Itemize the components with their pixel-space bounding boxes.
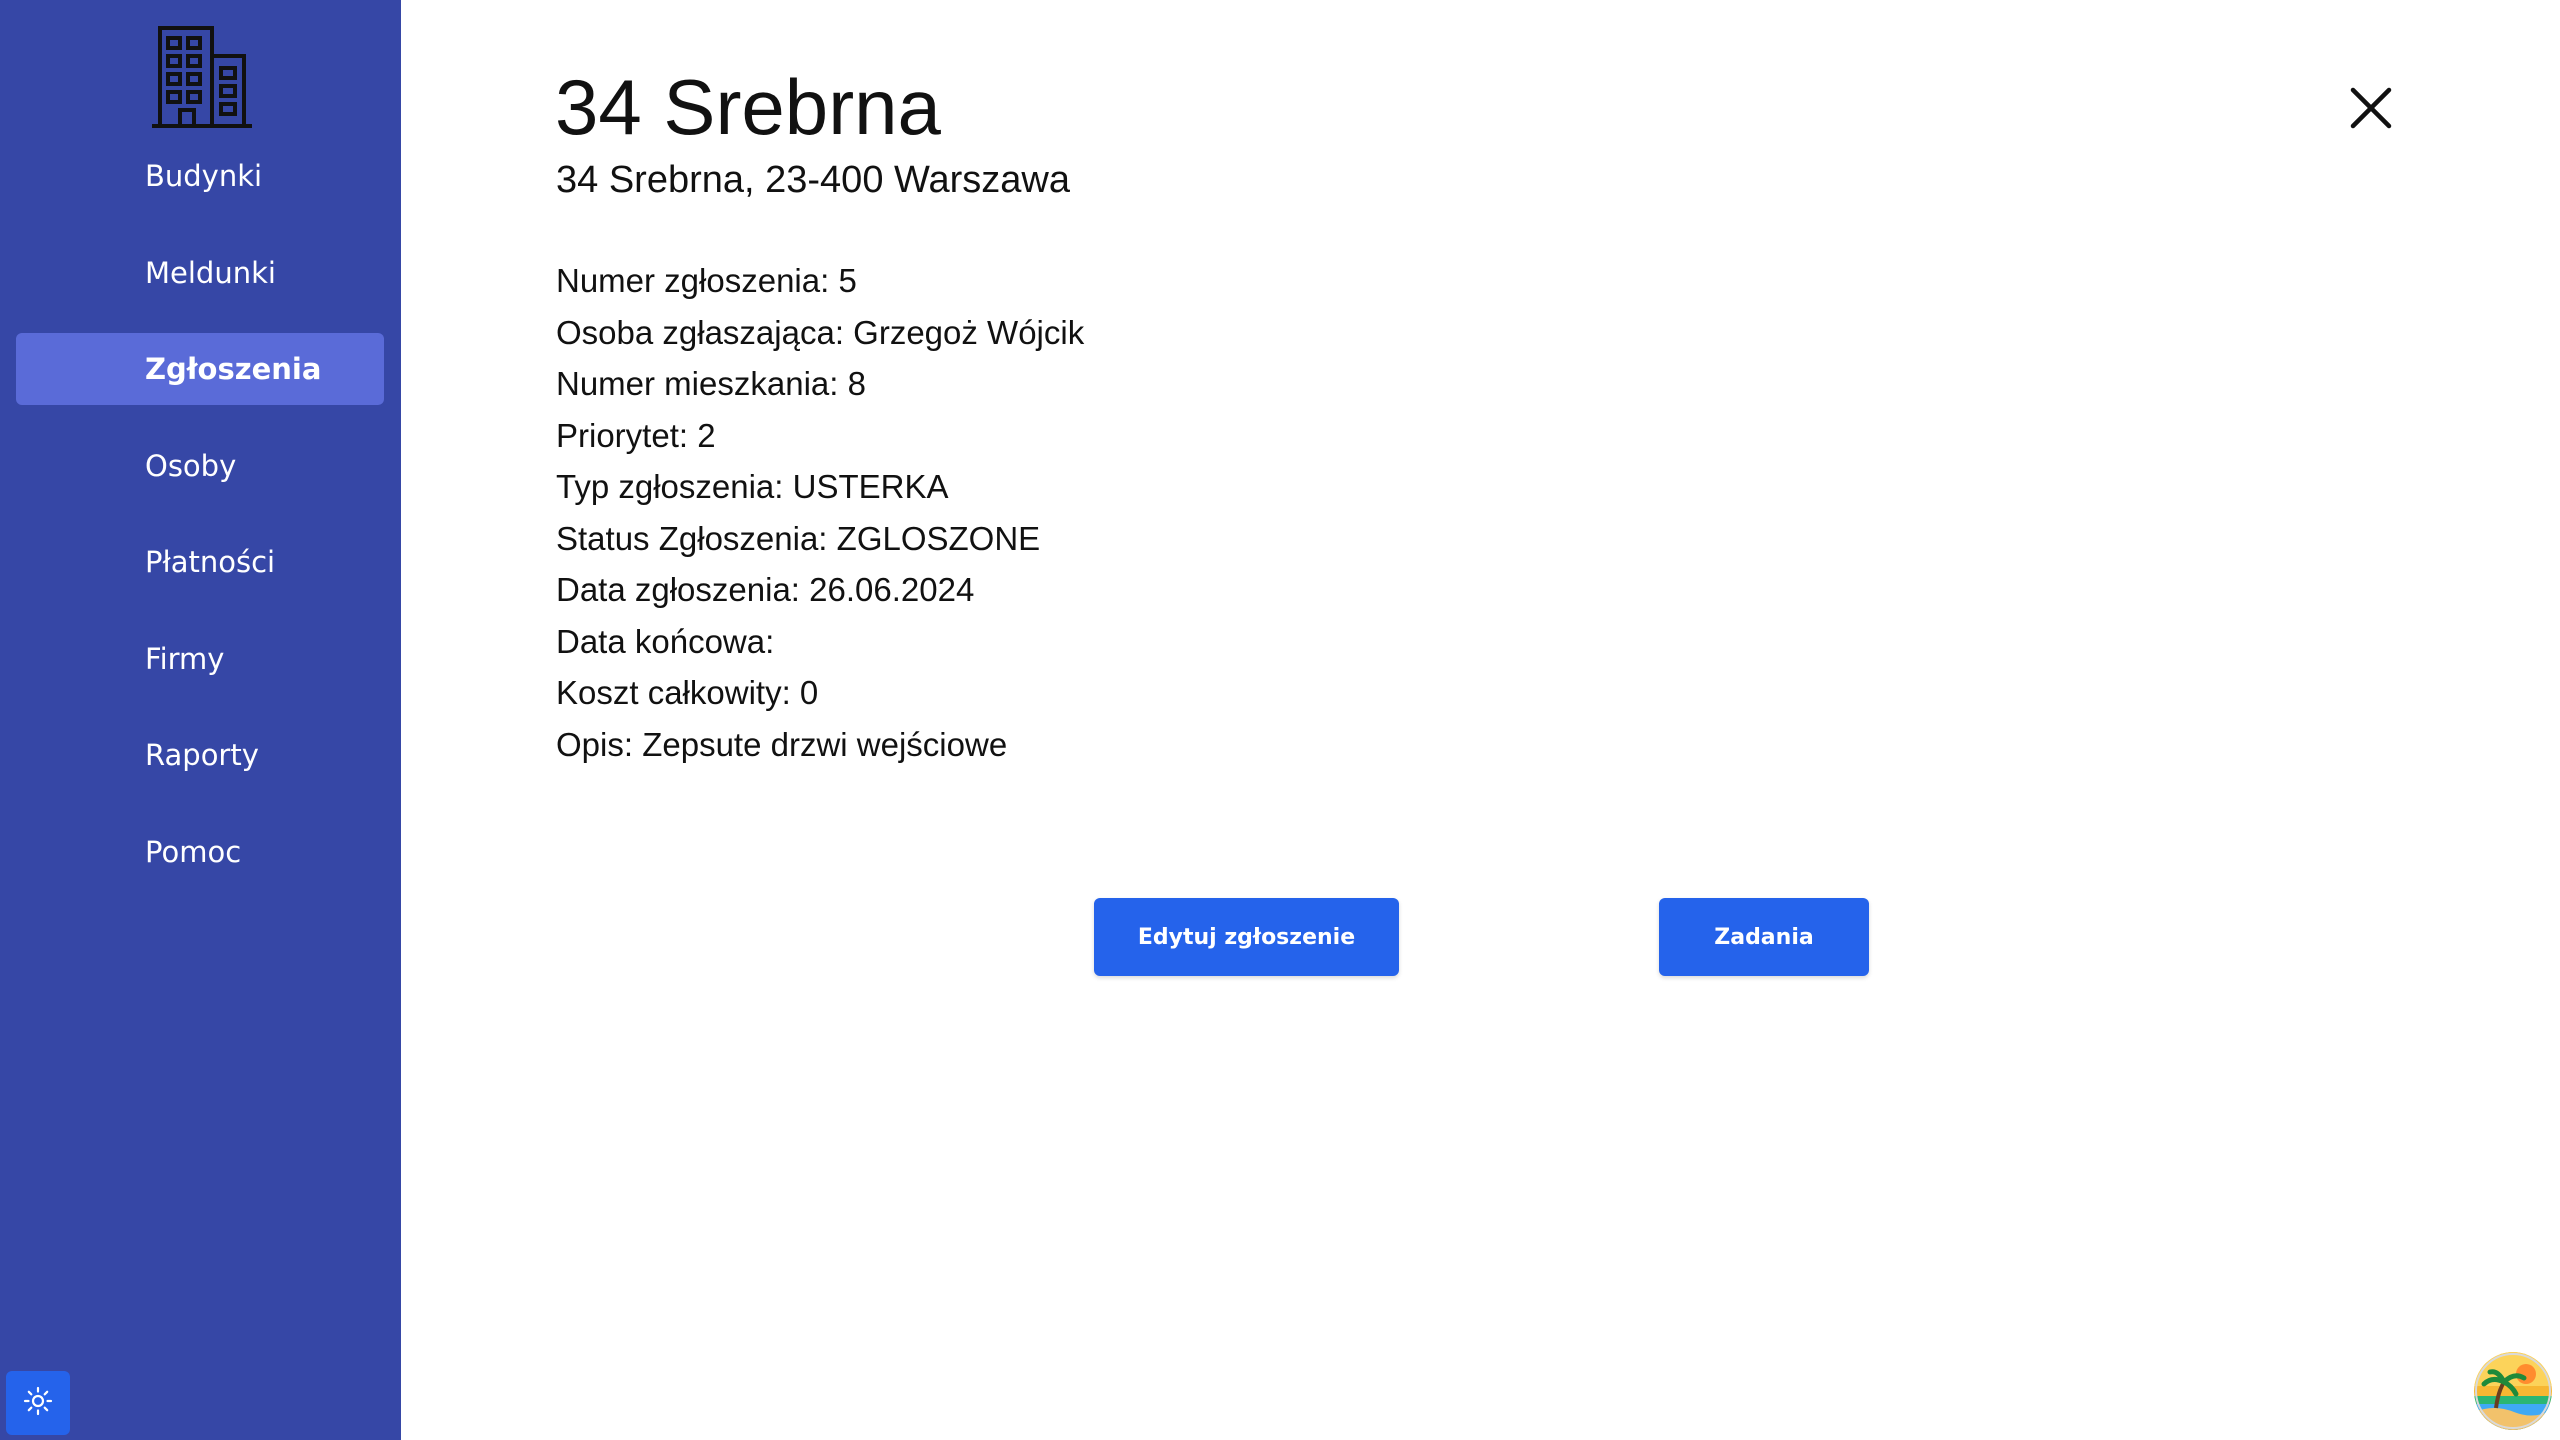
detail-row-priorytet: Priorytet: 2 — [556, 410, 1084, 462]
detail-value: Zepsute drzwi wejściowe — [642, 725, 1008, 763]
sidebar-item-pomoc[interactable]: Pomoc — [16, 816, 384, 888]
sidebar-item-raporty[interactable]: Raporty — [16, 719, 384, 791]
sidebar-item-meldunki[interactable]: Meldunki — [16, 237, 384, 309]
sidebar-nav: Budynki Meldunki Zgłoszenia Osoby Płatno… — [16, 140, 384, 912]
detail-value: Grzegoż Wójcik — [853, 313, 1085, 351]
building-icon — [150, 22, 254, 130]
detail-label: Status Zgłoszenia: — [556, 519, 828, 557]
detail-value: ZGLOSZONE — [836, 519, 1041, 557]
detail-row-data-zgloszenia: Data zgłoszenia: 26.06.2024 — [556, 564, 1084, 616]
detail-value: USTERKA — [792, 468, 949, 505]
theme-toggle-button[interactable] — [6, 1371, 70, 1435]
detail-row-osoba-zglaszajaca: Osoba zgłaszająca: Grzegoż Wójcik — [556, 307, 1084, 359]
detail-label: Data zgłoszenia: — [556, 571, 800, 608]
main-content: 34 Srebrna 34 Srebrna, 23-400 Warszawa N… — [401, 0, 2560, 1440]
page-title: 34 Srebrna — [555, 63, 941, 151]
detail-value: 8 — [847, 365, 866, 402]
address-subtitle: 34 Srebrna, 23-400 Warszawa — [556, 159, 1070, 201]
detail-label: Priorytet: — [556, 416, 689, 454]
sun-icon — [23, 1386, 53, 1421]
sidebar: Budynki Meldunki Zgłoszenia Osoby Płatno… — [0, 0, 401, 1440]
detail-label: Numer zgłoszenia: — [556, 262, 830, 299]
detail-value: 26.06.2024 — [809, 571, 975, 608]
app: Budynki Meldunki Zgłoszenia Osoby Płatno… — [0, 0, 2560, 1440]
detail-label: Data końcowa: — [556, 622, 775, 660]
sidebar-item-zgloszenia[interactable]: Zgłoszenia — [16, 333, 384, 405]
close-button[interactable] — [2343, 80, 2399, 136]
detail-row-koszt-calkowity: Koszt całkowity: 0 — [556, 667, 1084, 719]
report-details: Numer zgłoszenia: 5 Osoba zgłaszająca: G… — [556, 255, 1084, 770]
sidebar-item-firmy[interactable]: Firmy — [16, 623, 384, 695]
detail-label: Numer mieszkania: — [556, 365, 839, 402]
detail-row-typ-zgloszenia: Typ zgłoszenia: USTERKA — [556, 461, 1084, 513]
detail-row-opis: Opis: Zepsute drzwi wejściowe — [556, 719, 1084, 771]
sidebar-item-platnosci[interactable]: Płatności — [16, 526, 384, 598]
detail-value: 2 — [697, 416, 716, 454]
detail-label: Typ zgłoszenia: — [556, 468, 784, 505]
detail-label: Opis: — [556, 725, 634, 763]
detail-label: Osoba zgłaszająca: — [556, 313, 844, 351]
sidebar-item-budynki[interactable]: Budynki — [16, 140, 384, 212]
detail-row-numer-zgloszenia: Numer zgłoszenia: 5 — [556, 255, 1084, 307]
detail-row-numer-mieszkania: Numer mieszkania: 8 — [556, 358, 1084, 410]
detail-label: Koszt całkowity: — [556, 674, 791, 711]
detail-row-data-koncowa: Data końcowa: — [556, 616, 1084, 668]
detail-row-status-zgloszenia: Status Zgłoszenia: ZGLOSZONE — [556, 513, 1084, 565]
tasks-button[interactable]: Zadania — [1659, 898, 1869, 976]
sidebar-item-osoby[interactable]: Osoby — [16, 430, 384, 502]
close-icon — [2343, 87, 2399, 140]
detail-value: 0 — [799, 674, 819, 711]
detail-value: 5 — [838, 262, 857, 299]
edit-report-button[interactable]: Edytuj zgłoszenie — [1094, 898, 1399, 976]
user-avatar[interactable] — [2474, 1352, 2552, 1430]
